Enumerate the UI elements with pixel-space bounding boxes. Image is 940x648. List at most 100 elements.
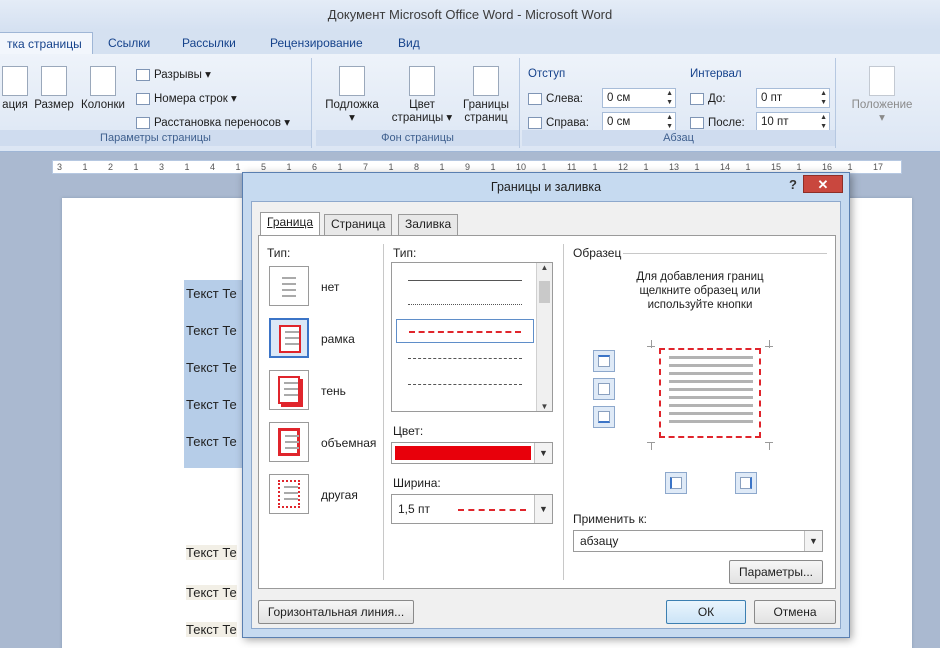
right-border-button[interactable] [735,472,757,494]
ruler-mark: 17 [873,162,884,172]
page-color-icon [409,66,435,96]
top-border-button[interactable] [593,350,615,372]
separator [623,253,827,254]
chevron-down-icon[interactable]: ▼ [534,443,552,463]
preset-none-label[interactable]: нет [321,280,339,294]
tab-page-layout[interactable]: тка страницы [0,32,93,54]
help-button[interactable]: ? [789,177,797,192]
line-style-item[interactable] [396,347,534,371]
preset-3d-label[interactable]: объемная [321,436,376,450]
color-dropdown[interactable]: ▼ [391,442,553,464]
indent-right-input[interactable]: 0 см ▲ ▼ [602,112,676,132]
ruler-mark: 11 [567,162,577,172]
left-border-button[interactable] [665,472,687,494]
tab-shading[interactable]: Заливка [398,214,459,235]
size-icon [41,66,67,96]
indent-left-input[interactable]: 0 см ▲ ▼ [602,88,676,108]
ruler-mark: 6 [312,162,318,172]
scroll-thumb[interactable] [539,281,550,303]
width-sample-line [458,509,526,511]
tab-review[interactable]: Рецензирование [260,32,373,54]
scroll-up-icon[interactable]: ▲ [537,263,552,272]
size-button[interactable]: Размер [32,66,76,112]
line-style-item[interactable] [396,293,534,317]
group-label-paragraph: Абзац [522,130,835,146]
page-borders-button[interactable]: Границы страниц [456,66,516,125]
close-button[interactable]: ✕ [803,175,843,193]
inner-horizontal-border-button[interactable] [593,378,615,400]
line-style-item-selected[interactable] [396,319,534,343]
ruler-mark: 8 [414,162,420,172]
watermark-button[interactable]: Подложка ▾ [320,66,384,125]
spacing-after-spin-icon[interactable]: ▲ ▼ [820,113,827,131]
bottom-border-button[interactable] [593,406,615,428]
preset-3d-icon [278,428,300,456]
line-style-scrollbar[interactable]: ▲ ▼ [536,263,552,411]
apply-to-value: абзацу [580,534,619,548]
inner-horizontal-border-icon [598,383,610,395]
ruler-mark: 1 [643,162,649,172]
tab-references[interactable]: Ссылки [98,32,160,54]
ruler-mark: 1 [337,162,343,172]
indent-left-spin-icon[interactable]: ▲ ▼ [666,89,673,107]
spacing-before-input[interactable]: 0 пт ▲ ▼ [756,88,830,108]
preset-box-label[interactable]: рамка [321,332,355,346]
spacing-before-spin-icon[interactable]: ▲ ▼ [820,89,827,107]
right-border-icon [740,477,752,489]
preset-custom[interactable] [269,474,309,514]
preset-3d[interactable] [269,422,309,462]
dialog-body: Граница Страница Заливка Тип: нет рамка … [251,201,841,629]
preview-hint-line: щелкните образец или [639,285,761,297]
ok-button[interactable]: ОК [666,600,746,624]
ruler-mark: 1 [592,162,598,172]
ruler-mark: 1 [541,162,547,172]
page-color-button[interactable]: Цвет страницы ▾ [390,66,454,125]
separator [563,244,564,580]
borders-and-shading-dialog: Границы и заливка ? ✕ Граница Страница З… [242,172,850,638]
tab-page-border[interactable]: Страница [324,214,393,235]
indent-right-spin-icon[interactable]: ▲ ▼ [666,113,673,131]
preset-custom-icon [278,480,300,508]
indent-left-label: Слева: [528,92,583,106]
preset-shadow[interactable] [269,370,309,410]
color-swatch [395,446,531,460]
border-preview[interactable] [659,348,761,438]
ruler-mark: 1 [286,162,292,172]
indent-left-icon [528,92,542,105]
options-button[interactable]: Параметры... [729,560,823,584]
width-dropdown[interactable]: 1,5 пт ▼ [391,494,553,524]
tab-view[interactable]: Вид [388,32,430,54]
apply-to-dropdown[interactable]: абзацу ▼ [573,530,823,552]
preset-shadow-label[interactable]: тень [321,384,346,398]
horizontal-line-button[interactable]: Горизонтальная линия... [258,600,414,624]
preset-custom-label[interactable]: другая [321,488,358,502]
orientation-button[interactable]: ация [0,66,30,112]
preset-none[interactable] [269,266,309,306]
preview-hint-line: используйте кнопки [647,299,753,311]
preset-box[interactable] [269,318,309,358]
tab-mailings[interactable]: Рассылки [172,32,246,54]
line-numbers-button[interactable]: Номера строк ▾ [136,90,237,108]
position-button[interactable]: Положение ▾ [844,66,920,125]
tab-border[interactable]: Граница [260,212,321,236]
ruler-mark: 1 [847,162,853,172]
spacing-after-input[interactable]: 10 пт ▲ ▼ [756,112,830,132]
setting-type-label: Тип: [267,246,291,260]
ruler-mark: 1 [745,162,751,172]
chevron-down-icon[interactable]: ▼ [804,531,822,551]
ruler-mark: 10 [516,162,527,172]
line-style-list[interactable]: ▲ ▼ [391,262,553,412]
indent-right-value: 0 см [607,116,631,128]
watermark-label: Подложка [325,99,379,111]
breaks-button[interactable]: Разрывы ▾ [136,66,211,84]
group-page-background: Подложка ▾ Цвет страницы ▾ Границы страни… [316,58,520,148]
scroll-down-icon[interactable]: ▼ [537,402,552,411]
columns-button[interactable]: Колонки [78,66,128,112]
ruler-mark: 3 [57,162,63,172]
ruler-mark: 1 [235,162,241,172]
ruler-mark: 9 [465,162,471,172]
chevron-down-icon[interactable]: ▼ [534,495,552,523]
cancel-button[interactable]: Отмена [754,600,836,624]
line-style-item[interactable] [396,373,534,397]
line-style-item[interactable] [396,269,534,293]
